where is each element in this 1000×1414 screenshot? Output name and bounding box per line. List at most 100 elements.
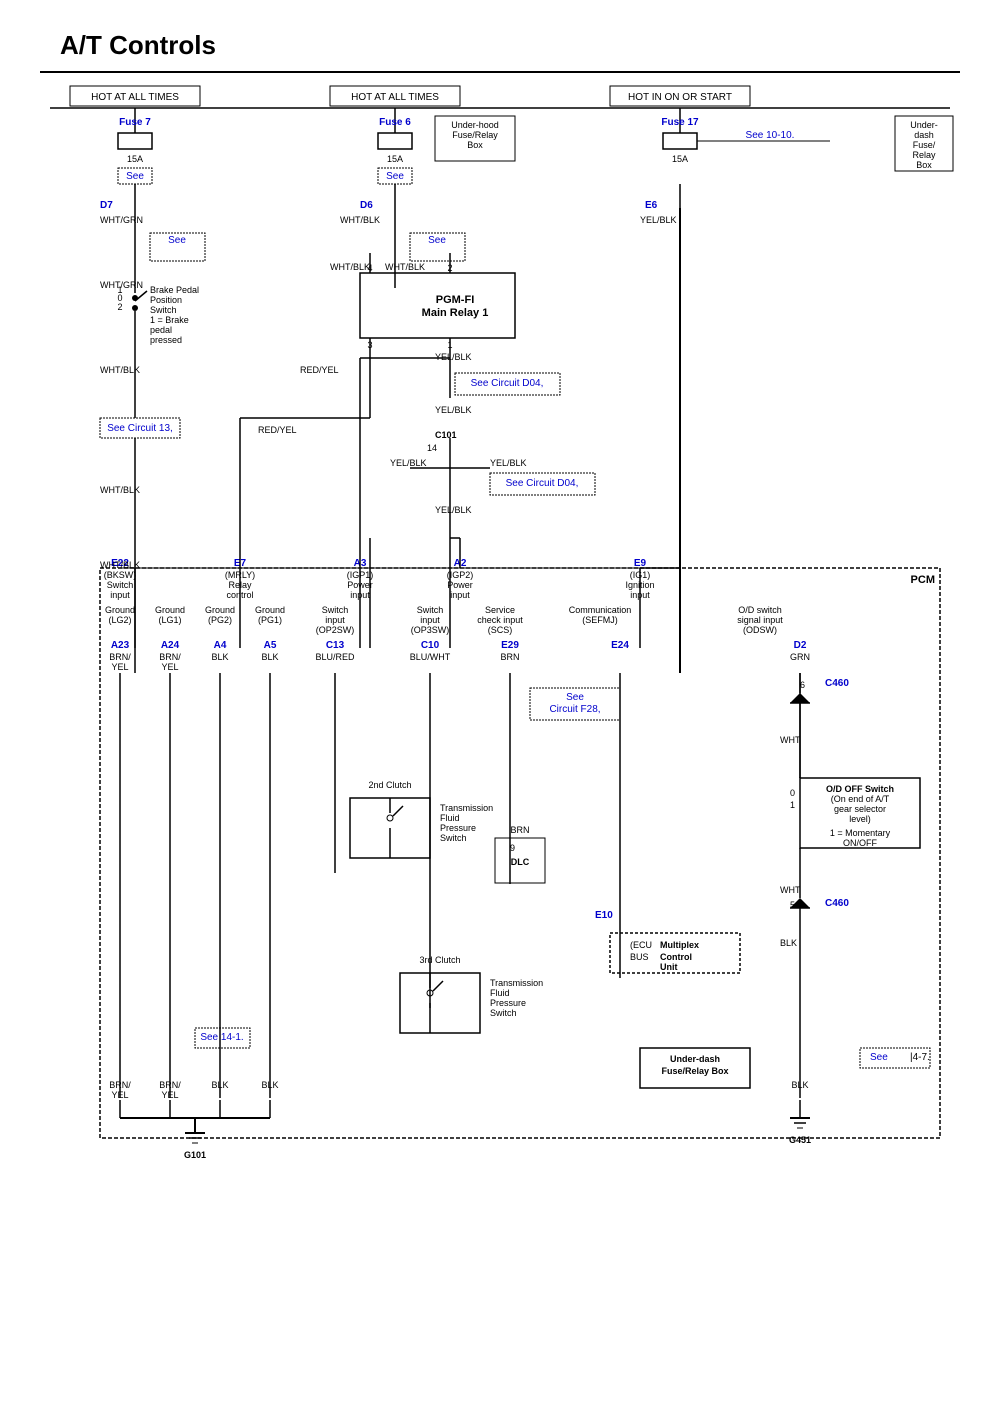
svg-text:level): level) <box>849 814 871 824</box>
svg-text:YEL: YEL <box>111 662 128 672</box>
svg-text:Switch: Switch <box>440 833 467 843</box>
svg-text:Switch: Switch <box>150 305 177 315</box>
svg-text:BLU/RED: BLU/RED <box>315 652 355 662</box>
svg-text:2nd Clutch: 2nd Clutch <box>368 780 411 790</box>
svg-text:Pressure: Pressure <box>490 998 526 1008</box>
svg-text:gear selector: gear selector <box>834 804 886 814</box>
svg-text:6: 6 <box>800 680 805 690</box>
svg-text:pressed: pressed <box>150 335 182 345</box>
hot-label-2: HOT AT ALL TIMES <box>351 92 439 103</box>
see-4-7[interactable]: See <box>870 1052 888 1063</box>
svg-text:Circuit F28,[interactable]: Circuit F28, <box>549 704 600 715</box>
svg-text:Relay: Relay <box>912 150 936 160</box>
svg-text:Control: Control <box>660 952 692 962</box>
od-switch-label: O/D OFF Switch <box>826 784 894 794</box>
g451-label: G451 <box>789 1135 811 1145</box>
d6-label: D6 <box>360 200 373 211</box>
svg-text:BLU/WHT: BLU/WHT <box>410 652 451 662</box>
svg-text:Switch: Switch <box>107 580 134 590</box>
svg-text:GRN: GRN <box>790 652 810 662</box>
page-title: A/T Controls <box>0 0 1000 71</box>
svg-text:Box: Box <box>916 160 932 170</box>
underdash-box-bottom: Under-dash <box>670 1054 720 1064</box>
see-circuit-f28[interactable]: See <box>566 692 584 703</box>
multiplex-label: Multiplex <box>660 940 699 950</box>
d7-label: D7 <box>100 200 113 211</box>
svg-text:pedal: pedal <box>150 325 172 335</box>
see-14-1[interactable]: See 14-1. <box>200 1032 243 1043</box>
svg-text:1 = Brake: 1 = Brake <box>150 315 189 325</box>
svg-text:Fluid: Fluid <box>490 988 510 998</box>
svg-text:BRN/: BRN/ <box>109 1080 131 1090</box>
fuse17-label: Fuse 17 <box>661 117 699 128</box>
svg-text:Main Relay 1: Main Relay 1 <box>422 307 489 319</box>
see-d6-area[interactable]: See <box>428 235 446 246</box>
svg-text:YEL/BLK: YEL/BLK <box>435 505 472 515</box>
fuse17-value: 15A <box>672 154 688 164</box>
wht-grn-1: WHT/GRN <box>100 215 143 225</box>
svg-text:YEL/BLK: YEL/BLK <box>435 405 472 415</box>
svg-text:Ground: Ground <box>255 605 285 615</box>
wht-blk-d6: WHT/BLK <box>340 215 380 225</box>
svg-text:YEL: YEL <box>111 1090 128 1100</box>
a5-label: A5 <box>264 640 277 651</box>
svg-text:YEL/BLK: YEL/BLK <box>435 352 472 362</box>
fuse17-see[interactable]: See 10-10. <box>746 130 795 141</box>
fuse6-see[interactable]: See <box>386 171 404 182</box>
svg-text:(LG2): (LG2) <box>108 615 131 625</box>
svg-text:WHT: WHT <box>780 885 801 895</box>
a23-label: A23 <box>111 640 130 651</box>
svg-text:RED/YEL: RED/YEL <box>300 365 339 375</box>
svg-text:RED/YEL: RED/YEL <box>258 425 297 435</box>
see-d7-area[interactable]: See <box>168 235 186 246</box>
fuse7-value: 15A <box>127 154 143 164</box>
svg-text:BLK: BLK <box>261 652 278 662</box>
svg-text:ON/OFF: ON/OFF <box>843 838 877 848</box>
svg-text:0: 0 <box>790 788 795 798</box>
svg-text:Pressure: Pressure <box>440 823 476 833</box>
yel-blk-e6: YEL/BLK <box>640 215 677 225</box>
svg-text:Ground: Ground <box>205 605 235 615</box>
svg-text:BRN/: BRN/ <box>159 652 181 662</box>
svg-text:YEL: YEL <box>161 662 178 672</box>
see-circuit-d04-2[interactable]: See Circuit D04, <box>506 478 579 489</box>
d2-label: D2 <box>794 640 807 651</box>
svg-text:(OP2SW): (OP2SW) <box>316 625 355 635</box>
wiring-diagram: HOT AT ALL TIMES HOT AT ALL TIMES HOT IN… <box>40 78 960 1358</box>
c460-1-label: C460 <box>825 678 849 689</box>
svg-text:(SEFMJ): (SEFMJ) <box>582 615 618 625</box>
diagram-container: HOT AT ALL TIMES HOT AT ALL TIMES HOT IN… <box>40 71 960 1361</box>
svg-text:BLK: BLK <box>211 652 228 662</box>
svg-text:BRN: BRN <box>500 652 519 662</box>
a24-label: A24 <box>161 640 180 651</box>
svg-text:Fluid: Fluid <box>440 813 460 823</box>
svg-text:(ECU: (ECU <box>630 940 652 950</box>
svg-text:Ground: Ground <box>155 605 185 615</box>
e10-label: E10 <box>595 910 613 921</box>
svg-text:(SCS): (SCS) <box>488 625 513 635</box>
dlc-label: DLC <box>511 857 530 867</box>
pcm-label: PCM <box>911 574 935 586</box>
svg-text:BLK: BLK <box>780 938 797 948</box>
svg-text:input: input <box>325 615 345 625</box>
svg-text:2: 2 <box>117 302 122 312</box>
svg-text:input: input <box>110 590 130 600</box>
svg-text:input: input <box>420 615 440 625</box>
wht-blk-1: WHT/BLK <box>100 365 140 375</box>
svg-text:(ODSW): (ODSW) <box>743 625 777 635</box>
svg-text:Switch: Switch <box>417 605 444 615</box>
fuse7-see[interactable]: See <box>126 171 144 182</box>
svg-text:Transmission: Transmission <box>490 978 543 988</box>
wht-blk-2: WHT/BLK <box>100 485 140 495</box>
fuse7-label: Fuse 7 <box>119 117 151 128</box>
svg-text:3rd Clutch: 3rd Clutch <box>419 955 460 965</box>
c101-label: C101 <box>435 430 457 440</box>
svg-text:(OP3SW): (OP3SW) <box>411 625 450 635</box>
see-circuit-d04-1[interactable]: See Circuit D04, <box>471 378 544 389</box>
svg-text:Communication: Communication <box>569 605 632 615</box>
hot-label-1: HOT AT ALL TIMES <box>91 92 179 103</box>
see-circuit-13[interactable]: See Circuit 13, <box>107 423 173 434</box>
c460-2-label: C460 <box>825 898 849 909</box>
svg-text:(LG1): (LG1) <box>158 615 181 625</box>
svg-text:Position: Position <box>150 295 182 305</box>
